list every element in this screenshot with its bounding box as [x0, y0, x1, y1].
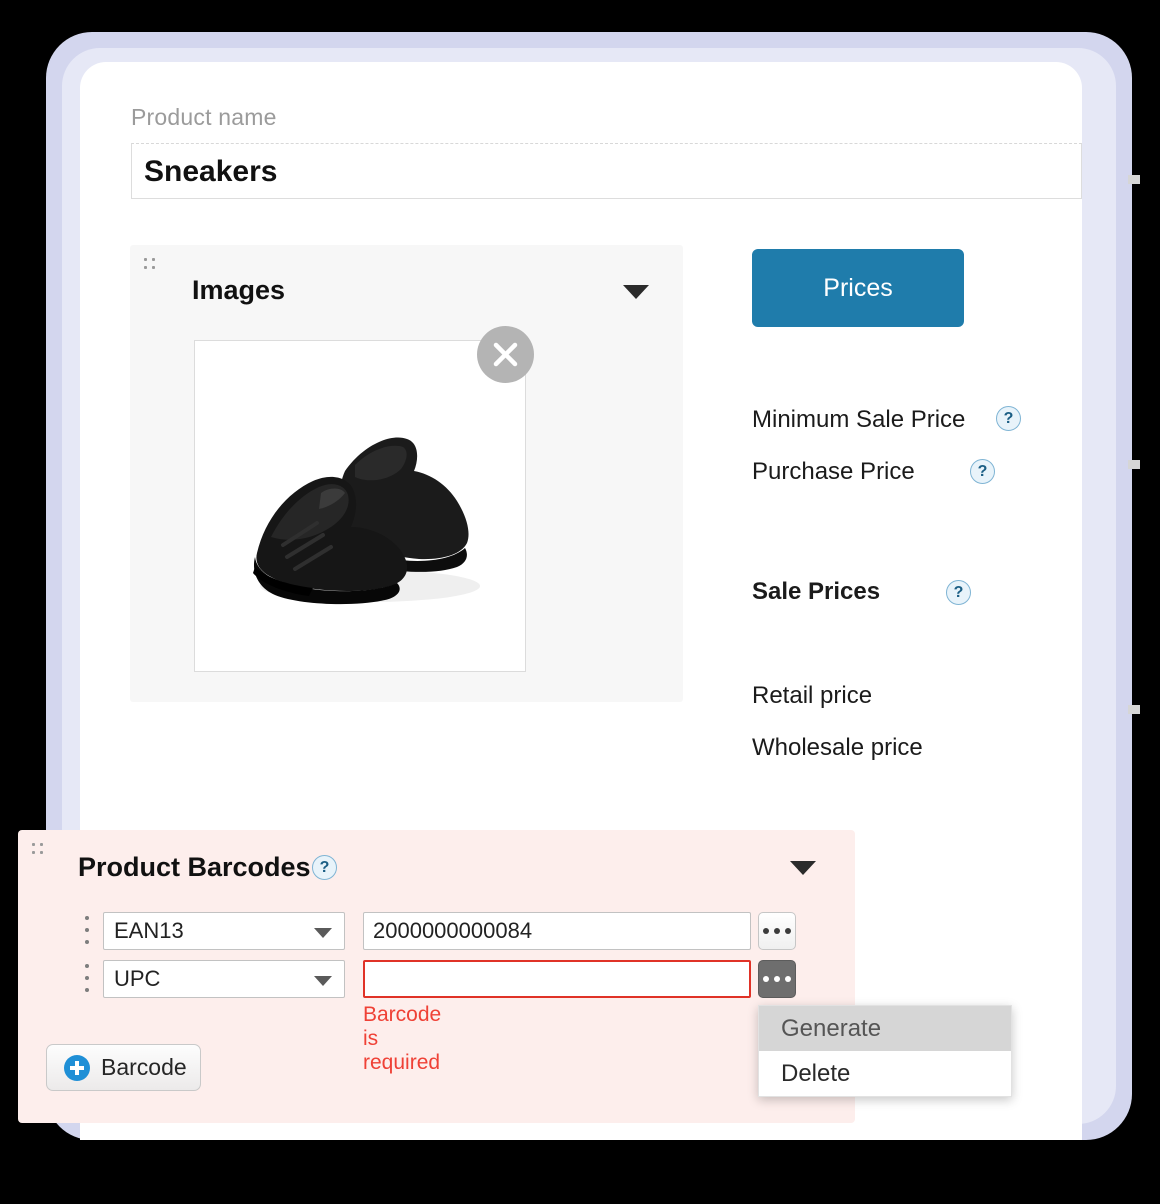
sneakers-image: [195, 341, 525, 671]
barcode-type-value: EAN13: [114, 918, 184, 943]
chevron-down-icon: [314, 976, 332, 986]
wholesale-price-label: Wholesale price: [752, 734, 923, 761]
add-barcode-label: Barcode: [101, 1054, 187, 1080]
retail-price-label: Retail price: [752, 682, 873, 709]
drag-handle-icon[interactable]: [144, 258, 157, 271]
chevron-down-icon[interactable]: [623, 285, 649, 299]
image-thumbnail[interactable]: [194, 340, 526, 672]
barcode-value-input[interactable]: [363, 960, 751, 998]
help-icon[interactable]: ?: [312, 855, 337, 880]
barcode-type-select[interactable]: UPC: [103, 960, 345, 998]
product-name-input[interactable]: Sneakers: [131, 143, 1082, 199]
purchase-price-label: Purchase Price: [752, 458, 915, 485]
barcodes-panel-title: Product Barcodes: [78, 852, 311, 882]
close-icon: [493, 342, 518, 367]
product-name-label: Product name: [131, 104, 277, 130]
remove-image-button[interactable]: [477, 326, 534, 383]
help-icon[interactable]: ?: [946, 580, 971, 605]
prices-button[interactable]: Prices: [752, 249, 964, 327]
plus-circle-icon: [64, 1054, 90, 1081]
chevron-down-icon[interactable]: [790, 861, 816, 875]
barcode-row-menu-button[interactable]: [758, 912, 796, 950]
barcode-type-value: UPC: [114, 966, 161, 991]
prices-button-label: Prices: [823, 273, 893, 302]
minimum-sale-price-label: Minimum Sale Price: [752, 406, 966, 433]
barcode-type-select[interactable]: EAN13: [103, 912, 345, 950]
barcode-error-message: Barcode is required: [363, 1003, 442, 1074]
edge-tick: [1128, 460, 1140, 469]
edge-tick: [1128, 175, 1140, 184]
help-icon[interactable]: ?: [970, 459, 995, 484]
images-panel-title: Images: [192, 275, 286, 305]
row-drag-handle-icon[interactable]: [85, 916, 89, 946]
images-panel: Images: [130, 245, 683, 702]
chevron-down-icon: [314, 928, 332, 938]
barcode-row-menu-button[interactable]: [758, 960, 796, 998]
barcode-context-menu: Generate Delete: [758, 1005, 1012, 1097]
menu-item-generate[interactable]: Generate: [759, 1006, 1011, 1051]
barcode-value-input[interactable]: 2000000000084: [363, 912, 751, 950]
add-barcode-button[interactable]: Barcode: [46, 1044, 201, 1091]
row-drag-handle-icon[interactable]: [85, 964, 89, 994]
help-icon[interactable]: ?: [996, 406, 1021, 431]
edge-tick: [1128, 705, 1140, 714]
menu-item-delete[interactable]: Delete: [759, 1051, 1011, 1096]
drag-handle-icon[interactable]: [32, 843, 45, 856]
sale-prices-label: Sale Prices: [752, 578, 881, 605]
